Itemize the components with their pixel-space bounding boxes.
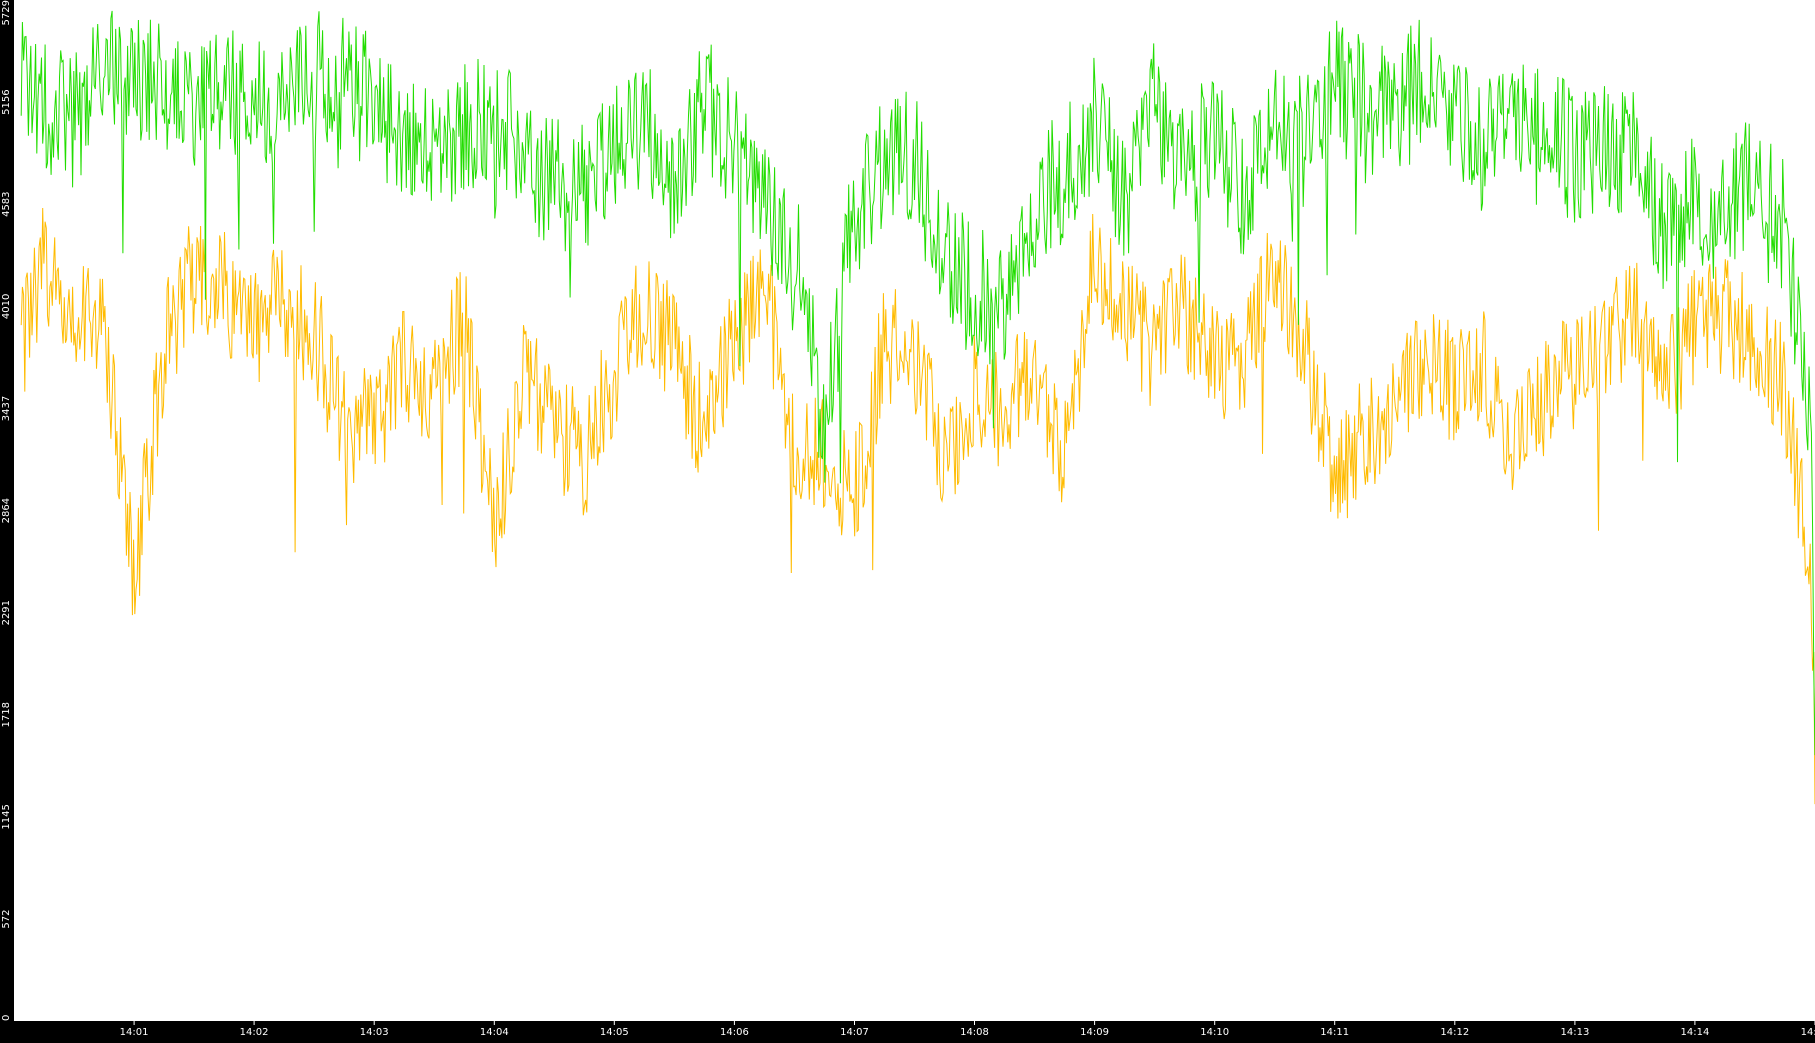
svg-text:4583: 4583 (1, 191, 12, 216)
chart-svg: 0 572 1145 1718 2291 2864 3437 4010 4583 5156 5729… (1, 0, 1815, 1038)
y-tick-label: 0 (1, 1015, 12, 1021)
x-tick-label: 14:01 (120, 1027, 149, 1038)
svg-text:1718: 1718 (1, 702, 12, 727)
y-tick-label: 4583 (1, 191, 12, 216)
y-tick-label: 5729 (1, 0, 12, 25)
y-tick-label: 2291 (1, 600, 12, 625)
svg-text:2291: 2291 (1, 600, 12, 625)
x-tick-label: 14:11 (1320, 1027, 1349, 1038)
x-tick-label: 14:03 (360, 1027, 389, 1038)
y-tick-label: 2864 (1, 498, 12, 523)
svg-text:1145: 1145 (1, 804, 12, 829)
svg-text:0: 0 (1, 1015, 12, 1021)
x-tick-label: 14:04 (480, 1027, 509, 1038)
y-tick-label: 3437 (1, 396, 12, 421)
line-chart: 0 572 1145 1718 2291 2864 3437 4010 4583 5156 5729… (0, 0, 1815, 1039)
x-tick-label: 14:12 (1440, 1027, 1469, 1038)
svg-text:4010: 4010 (1, 294, 12, 319)
svg-text:5729: 5729 (1, 0, 12, 25)
x-tick-label: 14:10 (1200, 1027, 1229, 1038)
x-tick-label: 14:02 (240, 1027, 269, 1038)
x-axis: 14:01 14:02 14:03 14:04 14:05 14:06 14:07 14:08… (120, 1021, 1815, 1038)
y-axis: 0 572 1145 1718 2291 2864 3437 4010 4583 5156 5729 (1, 0, 12, 1021)
svg-text:2864: 2864 (1, 498, 12, 523)
x-tick-label: 14:06 (720, 1027, 749, 1038)
y-tick-label: 5156 (1, 89, 12, 114)
x-tick-label: 14:15 (1801, 1027, 1815, 1038)
y-tick-label: 572 (1, 910, 12, 929)
svg-text:572: 572 (1, 910, 12, 929)
x-tick-label: 14:13 (1560, 1027, 1589, 1038)
x-tick-label: 14:08 (960, 1027, 989, 1038)
y-tick-label: 1145 (1, 804, 12, 829)
x-tick-label: 14:07 (840, 1027, 869, 1038)
y-tick-label: 4010 (1, 294, 12, 319)
y-tick-label: 1718 (1, 702, 12, 727)
svg-text:3437: 3437 (1, 396, 12, 421)
svg-text:5156: 5156 (1, 89, 12, 114)
x-tick-label: 14:09 (1080, 1027, 1109, 1038)
x-tick-label: 14:14 (1680, 1027, 1709, 1038)
x-tick-label: 14:05 (600, 1027, 629, 1038)
